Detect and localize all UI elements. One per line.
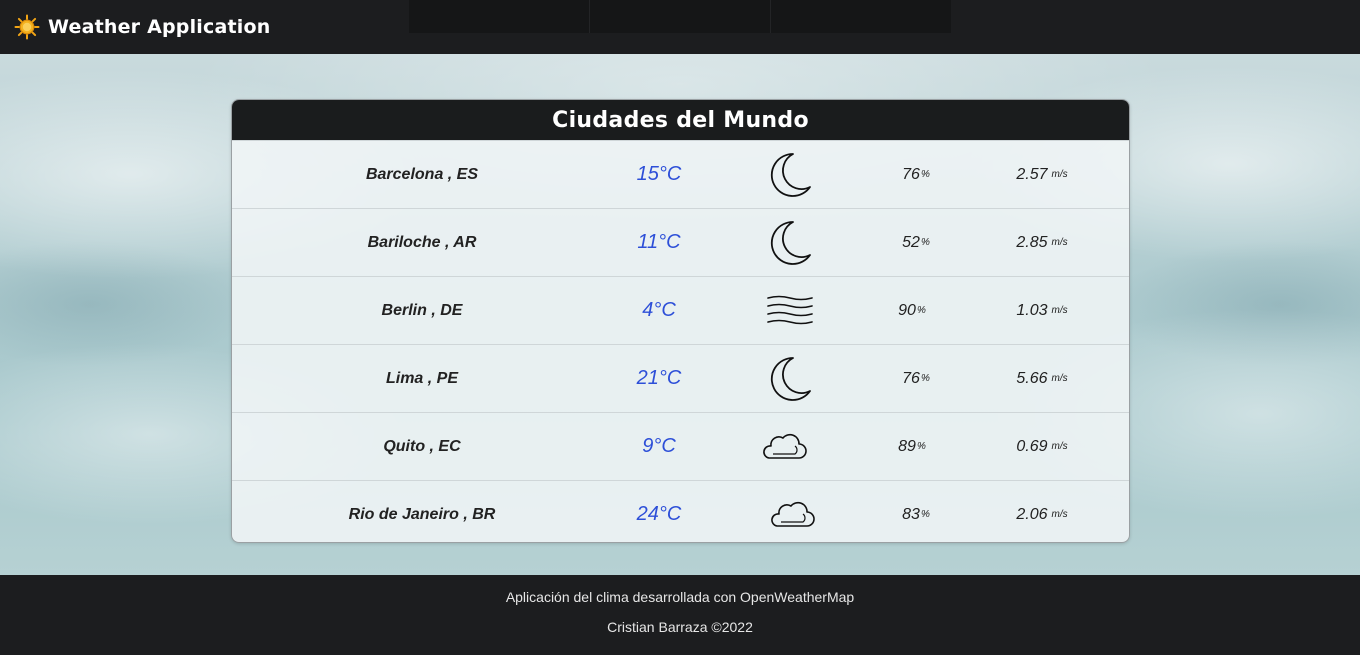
city-row: Quito , EC 9°C 89% 0.69 m/s — [232, 412, 1129, 480]
humidity-unit: % — [920, 237, 930, 248]
card-title: Ciudades del Mundo — [552, 107, 809, 133]
city-name: Rio de Janeiro , BR — [348, 505, 496, 523]
card-header: Ciudades del Mundo — [232, 100, 1129, 140]
app-title: Weather Application — [48, 16, 271, 38]
humidity: 52% — [866, 209, 966, 276]
humidity: 76% — [866, 345, 966, 412]
footer-credit: Aplicación del clima desarrollada con Op… — [505, 589, 855, 605]
wind-unit: m/s — [1051, 373, 1068, 384]
wind-speed: 2.85 m/s — [992, 209, 1092, 276]
nav-item-1[interactable] — [409, 0, 589, 33]
footer: Aplicación del clima desarrollada con Op… — [0, 575, 1360, 655]
wind-unit: m/s — [1051, 509, 1068, 520]
navbar: Weather Application — [0, 0, 1360, 54]
wind-value: 2.06 — [1016, 505, 1048, 523]
temperature: 21°C — [636, 367, 682, 389]
temperature: 15°C — [636, 163, 682, 185]
humidity: 89% — [862, 413, 962, 480]
humidity-unit: % — [916, 305, 926, 316]
humidity-value: 52 — [902, 233, 920, 251]
wind-unit: m/s — [1051, 237, 1068, 248]
temperature: 24°C — [636, 503, 682, 525]
humidity: 83% — [866, 481, 966, 542]
city-name: Lima , PE — [385, 369, 459, 387]
humidity-value: 90 — [898, 301, 916, 319]
footer-copyright: Cristian Barraza ©2022 — [607, 619, 753, 635]
humidity-value: 83 — [902, 505, 920, 523]
moon-icon — [750, 345, 830, 412]
city-name: Bariloche , AR — [367, 233, 477, 251]
wind-speed: 1.03 m/s — [992, 277, 1092, 344]
wind-unit: m/s — [1051, 169, 1068, 180]
humidity-value: 76 — [902, 369, 920, 387]
wind-value: 2.57 — [1016, 165, 1048, 183]
humidity-unit: % — [920, 509, 930, 520]
brand-link[interactable]: Weather Application — [14, 13, 270, 41]
moon-icon — [750, 141, 830, 208]
cloud-icon — [752, 481, 832, 542]
wind-speed: 0.69 m/s — [992, 413, 1092, 480]
sun-icon — [14, 14, 40, 40]
city-name: Berlin , DE — [381, 301, 463, 319]
temperature: 11°C — [637, 231, 681, 253]
wind-speed: 5.66 m/s — [992, 345, 1092, 412]
fog-icon — [750, 277, 830, 344]
city-row: Bariloche , AR 11°C 52% 2.85 m/s — [232, 208, 1129, 276]
temperature: 4°C — [642, 299, 676, 321]
nav-item-2[interactable] — [589, 0, 770, 33]
moon-icon — [750, 209, 830, 276]
wind-value: 1.03 — [1016, 301, 1048, 319]
wind-speed: 2.57 m/s — [992, 141, 1092, 208]
city-row: Berlin , DE 4°C 90% 1.03 m/s — [232, 276, 1129, 344]
cloud-icon — [744, 413, 824, 480]
city-row: Barcelona , ES 15°C 76% 2.57 m/s — [232, 140, 1129, 208]
humidity: 76% — [866, 141, 966, 208]
wind-unit: m/s — [1051, 441, 1068, 452]
city-name: Quito , EC — [383, 437, 461, 455]
city-name: Barcelona , ES — [365, 165, 479, 183]
cities-card: Ciudades del Mundo Barcelona , ES 15°C 7… — [231, 99, 1130, 543]
humidity-unit: % — [916, 441, 926, 452]
nav-menu — [409, 0, 951, 33]
wind-value: 5.66 — [1016, 369, 1048, 387]
humidity-value: 89 — [898, 437, 916, 455]
wind-value: 0.69 — [1016, 437, 1048, 455]
humidity-value: 76 — [902, 165, 920, 183]
nav-item-3[interactable] — [770, 0, 951, 33]
city-row: Rio de Janeiro , BR 24°C 83% 2.06 m/s — [232, 480, 1129, 542]
temperature: 9°C — [642, 435, 676, 457]
humidity: 90% — [862, 277, 962, 344]
wind-speed: 2.06 m/s — [992, 481, 1092, 542]
wind-value: 2.85 — [1016, 233, 1048, 251]
humidity-unit: % — [920, 169, 930, 180]
city-row: Lima , PE 21°C 76% 5.66 m/s — [232, 344, 1129, 412]
humidity-unit: % — [920, 373, 930, 384]
wind-unit: m/s — [1051, 305, 1068, 316]
